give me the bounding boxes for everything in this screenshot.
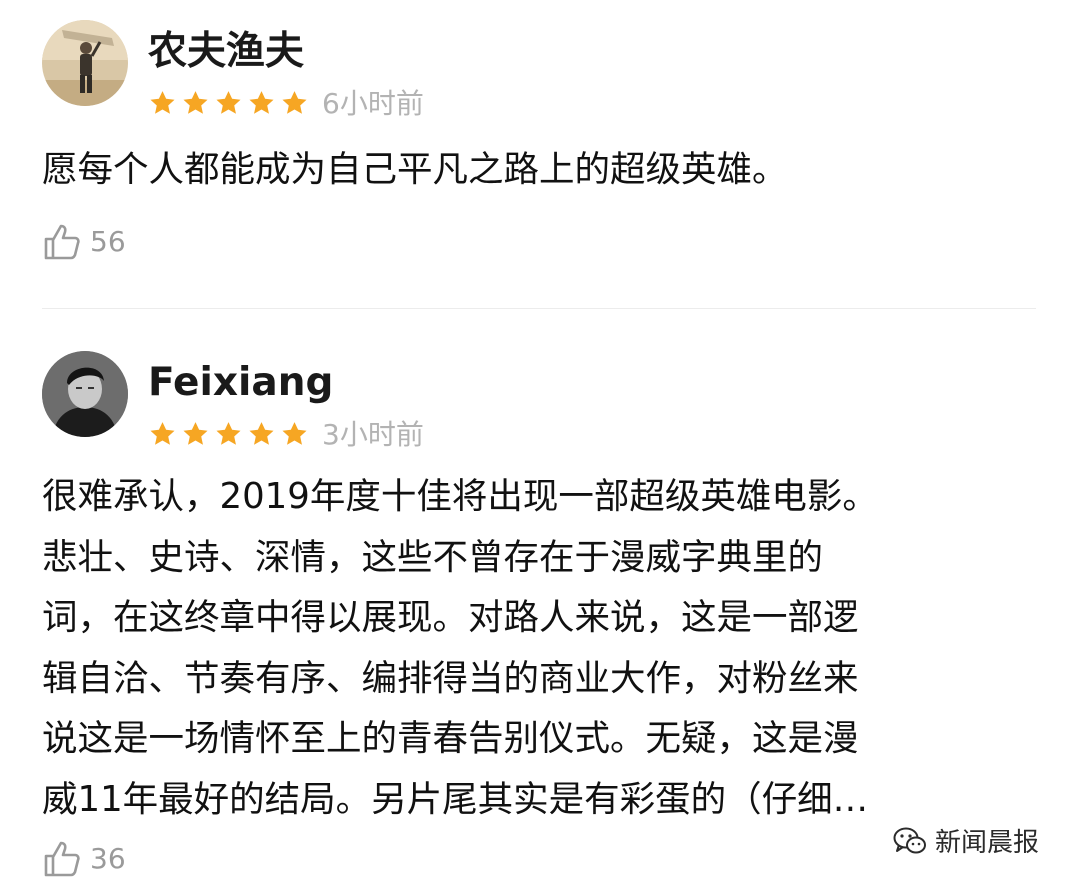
thumbs-up-icon	[44, 224, 80, 260]
like-count: 56	[90, 225, 126, 258]
star-icon	[183, 91, 208, 114]
username[interactable]: Feixiang	[148, 363, 333, 402]
star-icon	[216, 422, 241, 445]
wechat-icon	[893, 827, 926, 853]
comment-text-line: 悲壮、史诗、深情，这些不曾存在于漫威字典里的	[42, 536, 824, 578]
like-button[interactable]: 56	[42, 222, 126, 262]
username[interactable]: 农夫渔夫	[148, 32, 304, 71]
comment-list: 农夫渔夫 6小时前 愿每个人都能成为自己平凡之路上的超级英雄。 56 Feixi…	[0, 0, 1072, 889]
comment-text-line: 说这是一场情怀至上的青春告别仪式。无疑，这是漫	[42, 718, 859, 759]
comment-item: 农夫渔夫 6小时前 愿每个人都能成为自己平凡之路上的超级英雄。 56	[0, 0, 1072, 308]
star-icon	[249, 91, 274, 114]
star-rating	[148, 420, 309, 448]
avatar[interactable]	[42, 20, 128, 106]
comment-text-line: 威11年最好的结局。另片尾其实是有彩蛋的（仔细…	[42, 778, 869, 820]
comment-text-line: 辑自洽、节奏有序、编排得当的商业大作，对粉丝来	[42, 657, 859, 699]
comment-text-line: 愿每个人都能成为自己平凡之路上的超级英雄。	[42, 149, 788, 190]
star-icon	[282, 91, 307, 114]
timestamp: 3小时前	[322, 418, 424, 451]
watermark: 新闻晨报	[893, 822, 1039, 859]
comment-text-line: 很难承认，2019年度十佳将出现一部超级英雄电影。	[42, 476, 878, 517]
like-button[interactable]: 36	[42, 839, 126, 879]
comment-item: Feixiang 3小时前 很难承认，2019年度十佳将出现一部超级英雄电影。 …	[0, 309, 1072, 889]
timestamp: 6小时前	[322, 87, 424, 120]
watermark-text: 新闻晨报	[935, 828, 1040, 858]
star-icon	[282, 422, 307, 445]
comment-text[interactable]: 很难承认，2019年度十佳将出现一部超级英雄电影。 悲壮、史诗、深情，这些不曾存…	[42, 467, 1032, 830]
star-icon	[150, 422, 175, 445]
avatar[interactable]	[42, 351, 128, 437]
star-icon	[216, 91, 241, 114]
comment-text: 愿每个人都能成为自己平凡之路上的超级英雄。	[42, 140, 1032, 201]
star-icon	[183, 422, 208, 445]
star-rating	[148, 89, 309, 117]
like-count: 36	[90, 842, 126, 875]
star-icon	[150, 91, 175, 114]
comment-text-line: 词，在这终章中得以展现。对路人来说，这是一部逻	[42, 597, 859, 638]
star-icon	[249, 422, 274, 445]
thumbs-up-icon	[44, 841, 80, 877]
